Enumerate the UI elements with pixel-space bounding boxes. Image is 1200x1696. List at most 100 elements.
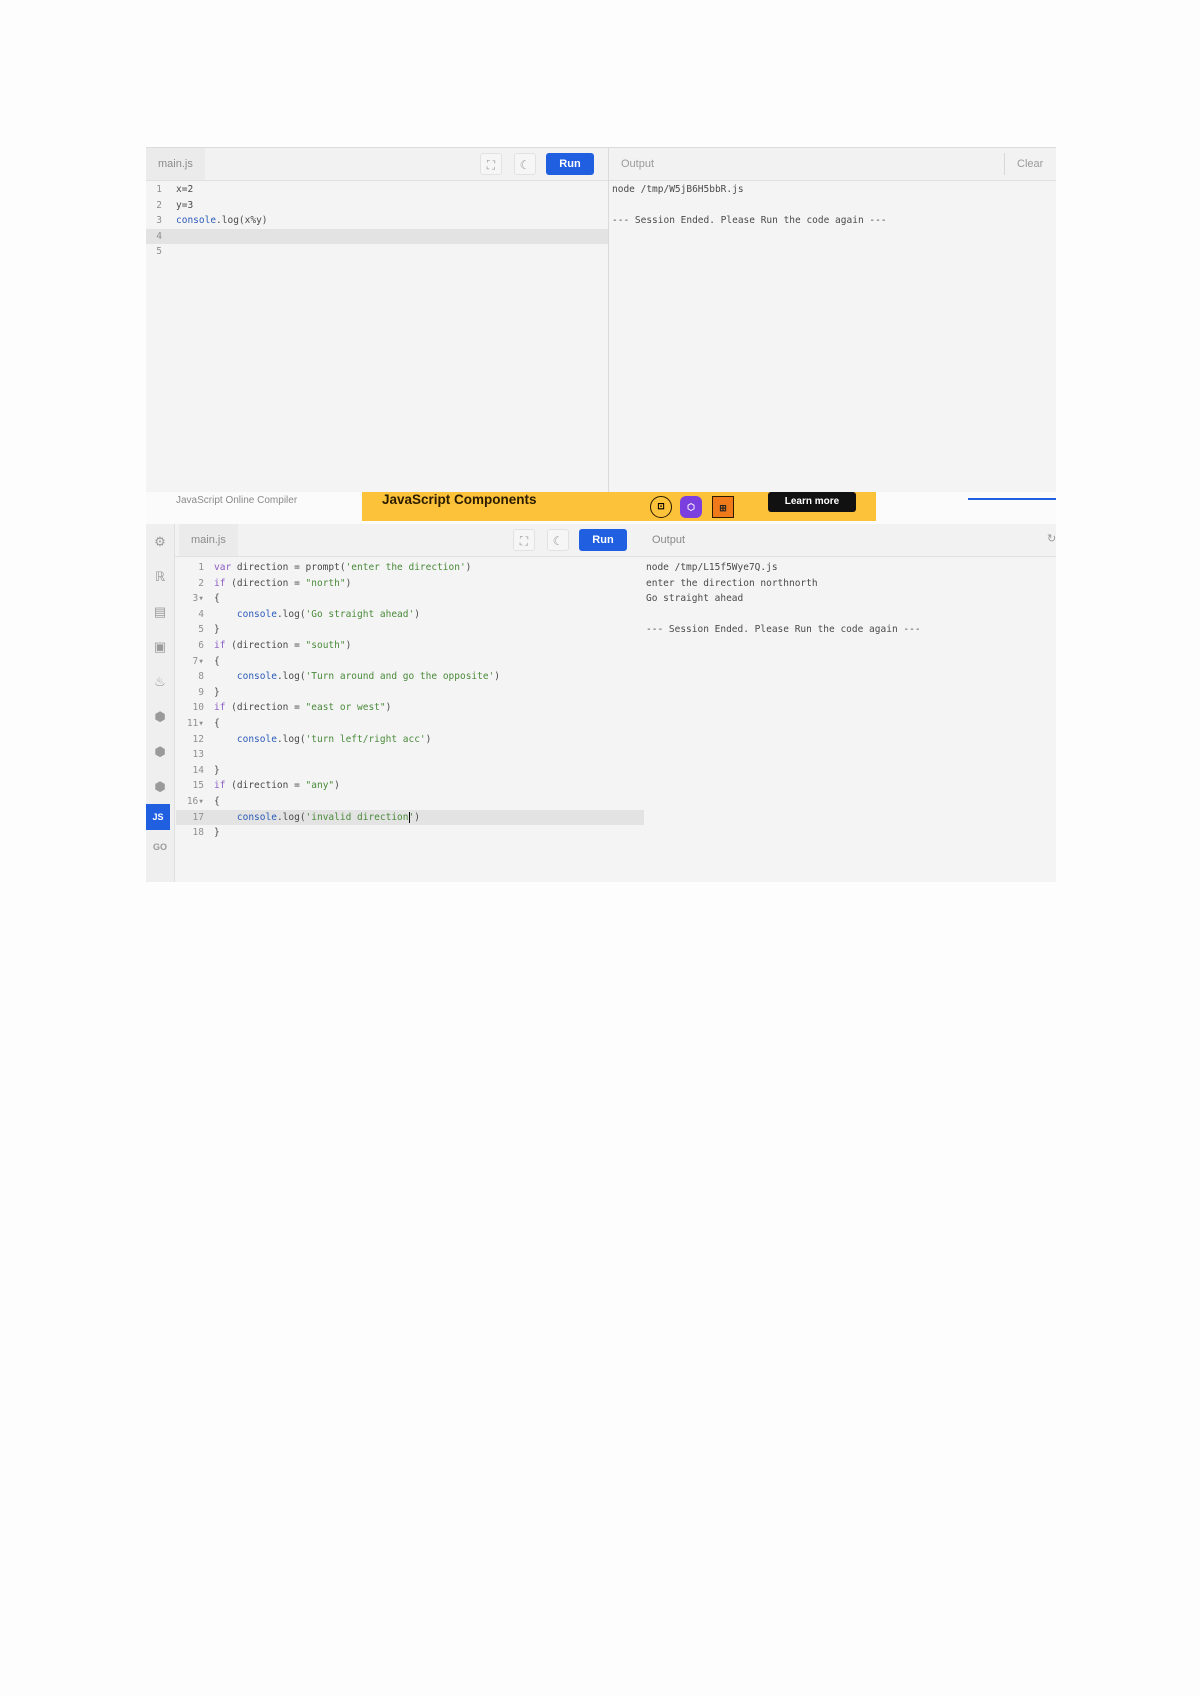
code-line[interactable]: 4 console.log('Go straight ahead') <box>176 607 644 623</box>
code-line[interactable]: 2 y=3 <box>146 198 608 214</box>
code-text: { <box>214 795 220 807</box>
line-number: 5 <box>156 246 162 258</box>
code-text: if (direction = "east or west") <box>214 702 392 714</box>
nav-underline <box>968 498 1056 500</box>
output-toolbar: Output Clear <box>609 148 1056 181</box>
file-tab-main-js[interactable]: main.js <box>179 524 238 556</box>
line-number: 2 <box>156 199 162 211</box>
editor-screenshot-2: JavaScript Online Compiler JavaScript Co… <box>146 492 1056 882</box>
output-line: Go straight ahead <box>646 593 744 605</box>
line-number: 6 <box>198 639 204 651</box>
output-console: node /tmp/L15f5Wye7Q.js enter the directi… <box>646 560 921 638</box>
line-number: 9 <box>198 686 204 698</box>
code-text: if (direction = "south") <box>214 639 352 651</box>
output-line: node /tmp/L15f5Wye7Q.js <box>646 562 778 573</box>
code-text: } <box>214 686 220 698</box>
refresh-icon[interactable]: ↻ <box>1047 532 1056 545</box>
code-text: var direction = prompt('enter the direct… <box>214 562 472 573</box>
line-number: 13 <box>192 749 204 761</box>
r-lang-icon[interactable]: ℝ <box>146 559 174 594</box>
panel-divider[interactable] <box>608 148 609 493</box>
editor-toolbar-2: main.js ⛶ ☾ Run Output ↻ <box>175 524 1056 557</box>
line-number: 2 <box>198 577 204 589</box>
run-button[interactable]: Run <box>579 529 627 551</box>
html5-icon[interactable]: ▣ <box>146 629 174 664</box>
line-number: 4 <box>198 608 204 620</box>
java-icon[interactable]: ♨ <box>146 664 174 699</box>
code-line[interactable]: 14} <box>176 763 644 779</box>
code-line[interactable]: 1 var direction = prompt('enter the direc… <box>176 560 644 576</box>
code-editor[interactable]: 1 x=2 2 y=3 3 console.log(x%y) 4 5 <box>146 182 608 260</box>
compiler-title: JavaScript Online Compiler <box>176 495 298 506</box>
line-number: 12 <box>192 733 204 745</box>
cpp-lang-icon[interactable]: ⬢ <box>146 734 174 769</box>
c-lang-icon[interactable]: ⬢ <box>146 699 174 734</box>
code-line[interactable]: 15 if (direction = "any") <box>176 778 644 794</box>
line-number: 10 <box>192 702 204 714</box>
code-line[interactable]: 1 x=2 <box>146 182 608 198</box>
line-number: 4 <box>156 230 162 242</box>
file-tab-main-js[interactable]: main.js <box>146 148 205 180</box>
code-text: } <box>214 764 220 776</box>
code-line[interactable]: 9} <box>176 685 644 701</box>
code-text: if (direction = "north") <box>214 577 352 589</box>
fullscreen-icon[interactable]: ⛶ <box>513 529 535 551</box>
fullscreen-icon[interactable]: ⛶ <box>480 153 502 175</box>
code-editor[interactable]: 1 var direction = prompt('enter the direc… <box>176 560 644 841</box>
output-line: node /tmp/W5jB6H5bbR.js <box>612 184 744 195</box>
component-icon: ⊡ <box>650 496 672 518</box>
code-text: y=3 <box>176 199 194 211</box>
line-number: 18 <box>192 827 204 839</box>
run-button[interactable]: Run <box>546 153 594 175</box>
code-line[interactable]: 13 <box>176 747 644 763</box>
code-text: console.log('Go straight ahead') <box>236 608 420 620</box>
code-line[interactable]: 12 console.log('turn left/right acc') <box>176 732 644 748</box>
code-line[interactable]: 2 if (direction = "north") <box>176 576 644 592</box>
code-text: } <box>214 624 220 636</box>
code-line[interactable]: 18} <box>176 825 644 841</box>
code-line[interactable]: 5} <box>176 622 644 638</box>
learn-more-button[interactable]: Learn more <box>768 492 856 512</box>
line-number: 8 <box>198 671 204 683</box>
code-text: console.log(x%y) <box>176 215 268 227</box>
code-line[interactable]: 7▾ { <box>176 654 644 670</box>
output-title: Output <box>652 534 686 546</box>
javascript-icon[interactable]: JS <box>146 804 170 830</box>
theme-toggle-icon[interactable]: ☾ <box>547 529 569 551</box>
line-number: 3 <box>156 215 162 227</box>
database-icon[interactable]: ▤ <box>146 594 174 629</box>
ad-banner[interactable]: JavaScript Components ⊡ ⬡ ⊞ Learn more <box>362 492 876 521</box>
code-text: if (direction = "any") <box>214 780 340 792</box>
line-number: 1 <box>198 562 204 573</box>
hexagon-icon: ⬡ <box>680 496 702 518</box>
code-line[interactable]: 5 <box>146 244 608 260</box>
line-number: 5 <box>198 624 204 636</box>
code-line[interactable]: 17 console.log('invalid direction') <box>176 809 644 826</box>
ad-title: JavaScript Components <box>382 492 537 507</box>
code-line[interactable]: 3▾ { <box>176 591 644 607</box>
code-line[interactable]: 6 if (direction = "south") <box>176 638 644 654</box>
code-line[interactable]: 4 <box>146 228 608 245</box>
code-text: { <box>214 655 220 667</box>
code-text: { <box>214 717 220 729</box>
go-lang-icon[interactable]: GO <box>146 830 174 865</box>
line-number: 11▾ <box>186 717 204 729</box>
code-line[interactable]: 11▾ { <box>176 716 644 732</box>
code-line[interactable]: 16▾ { <box>176 794 644 810</box>
language-sidebar: ⚙ ℝ ▤ ▣ ♨ ⬢ ⬢ ⬢ JS GO <box>146 524 175 882</box>
csharp-lang-icon[interactable]: ⬢ <box>146 769 174 804</box>
code-line[interactable]: 3 console.log(x%y) <box>146 213 608 229</box>
code-line[interactable]: 10 if (direction = "east or west") <box>176 700 644 716</box>
line-number: 16▾ <box>186 795 204 807</box>
editor-screenshot-1: main.js ⛶ ☾ Run Output Clear 1 x=2 2 y=3 3 co… <box>146 147 1056 493</box>
python-icon[interactable]: ⚙ <box>146 524 174 559</box>
clear-button[interactable]: Clear <box>1017 158 1043 170</box>
line-number: 14 <box>192 764 204 776</box>
code-text: x=2 <box>176 184 194 195</box>
theme-toggle-icon[interactable]: ☾ <box>514 153 536 175</box>
line-number: 15 <box>192 780 204 792</box>
output-console: node /tmp/W5jB6H5bbR.js --- Session Ended… <box>612 182 887 229</box>
line-number: 1 <box>156 184 162 195</box>
code-line[interactable]: 8 console.log('Turn around and go the op… <box>176 669 644 685</box>
